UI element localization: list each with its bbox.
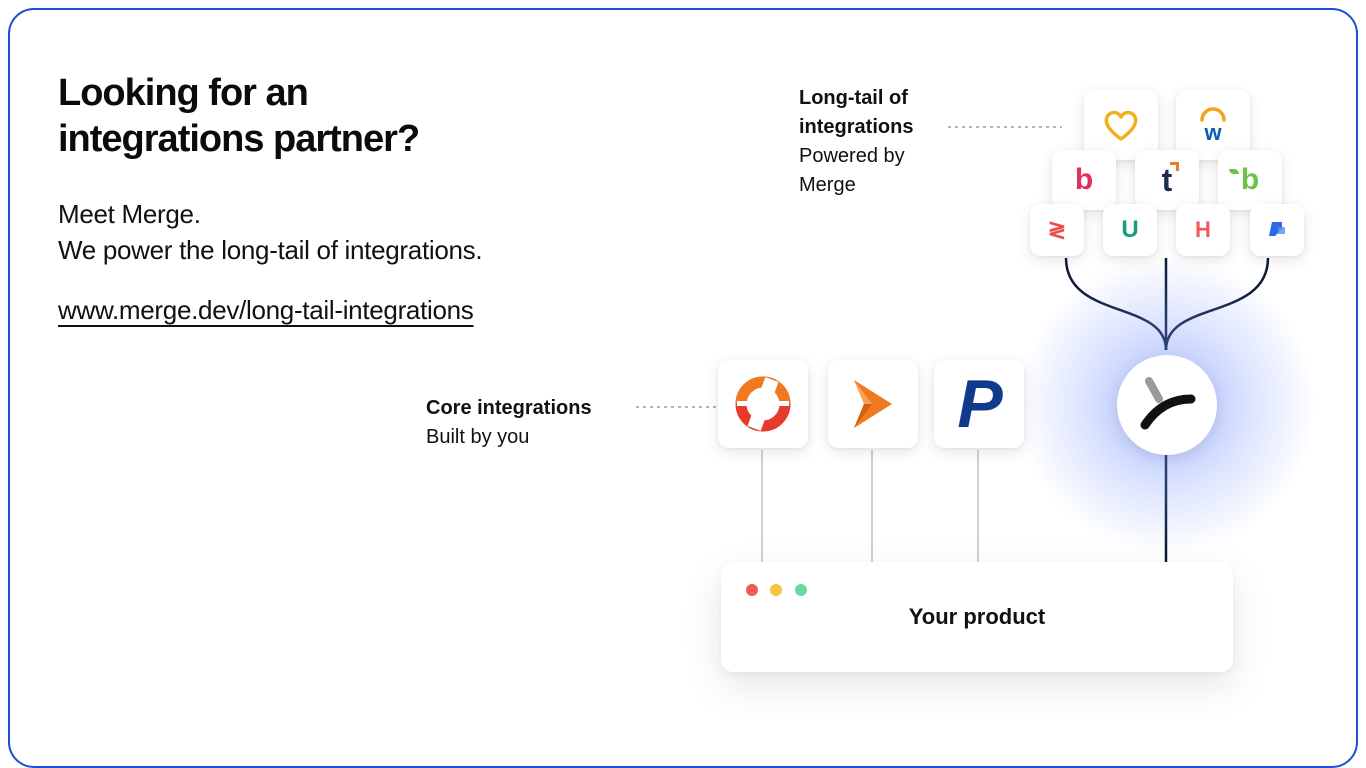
jira-icon (1269, 222, 1285, 236)
long-tail-title-1: Long-tail of (799, 87, 908, 109)
arrow-logo-icon (854, 380, 892, 428)
leaf-b-glyph: b (1240, 163, 1260, 196)
tile-bamboo-b[interactable]: b (1052, 150, 1116, 210)
long-tail-sub-1: Powered by (799, 145, 905, 167)
paypal-p-icon: P (957, 366, 1002, 442)
core-title: Core integrations (426, 397, 592, 419)
tile-arrow-logo[interactable] (828, 360, 918, 448)
svg-text:w: w (1203, 120, 1222, 144)
bamboo-b-icon: b (1074, 163, 1094, 196)
product-title: Your product (908, 604, 1046, 629)
h-logo-icon: H (1195, 217, 1211, 242)
t-logo-icon: t (1162, 162, 1180, 196)
magnet-icon: U (1121, 216, 1139, 243)
tile-t-logo[interactable]: t (1135, 150, 1199, 210)
long-tail-label: Long-tail of integrations Powered by Mer… (799, 84, 913, 200)
tile-h-logo[interactable]: H (1176, 204, 1230, 256)
long-tail-title-2: integrations (799, 116, 914, 138)
tile-paypal[interactable]: P (934, 360, 1024, 448)
core-label: Core integrations Built by you (426, 394, 592, 452)
tile-zigzag[interactable]: ≷ (1030, 204, 1084, 256)
tile-leaf-b[interactable]: b (1218, 150, 1282, 210)
merge-hub[interactable] (1117, 355, 1217, 455)
t-accent (1170, 162, 1180, 171)
core-sub: Built by you (426, 426, 530, 448)
zigzag-icon: ≷ (1047, 217, 1067, 242)
tile-ring-logo[interactable] (718, 360, 808, 448)
long-tail-sub-2: Merge (799, 174, 856, 196)
tile-magnet[interactable]: U (1103, 204, 1157, 256)
your-product-card[interactable]: Your product (721, 562, 1233, 672)
window-dot-red (746, 584, 758, 596)
leaf-b-icon: b (1228, 163, 1260, 196)
window-dot-green (795, 584, 807, 596)
heart-icon (1104, 110, 1138, 141)
ring-logo-icon (735, 376, 791, 432)
window-dot-yellow (770, 584, 782, 596)
leaf-mark (1228, 169, 1239, 174)
workday-icon: w (1200, 107, 1226, 144)
merge-logo-icon (1140, 377, 1196, 430)
tile-jira[interactable] (1250, 204, 1304, 256)
